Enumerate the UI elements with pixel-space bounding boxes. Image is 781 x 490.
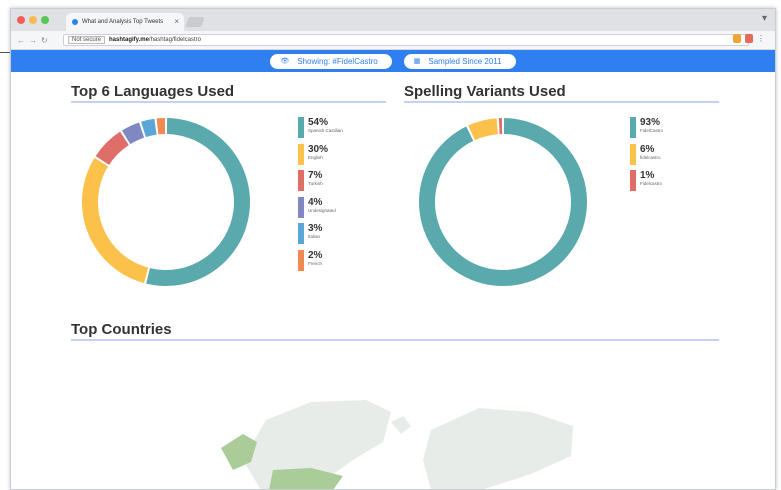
address-bar[interactable]: Not secure hashtagify.me /hashtag/fidelc…	[63, 34, 749, 46]
minimize-window-button[interactable]	[29, 16, 37, 24]
new-tab-button[interactable]	[185, 17, 205, 27]
title-bar: What and Analysis Top Tweets × ▾	[11, 9, 775, 31]
close-window-button[interactable]	[17, 16, 25, 24]
browser-toolbar: ← → ↻ Not secure hashtagify.me /hashtag/…	[11, 31, 775, 50]
tab-favicon-icon	[72, 19, 78, 25]
countries-map	[221, 400, 573, 489]
url-domain: hashtagify.me	[109, 37, 149, 43]
greenland-landmass	[391, 416, 411, 434]
page-content: 👁 Showing: #FidelCastro ▦ Sampled Since …	[11, 50, 775, 489]
url-path: /hashtag/fidelcastro	[148, 37, 201, 43]
browser-window: What and Analysis Top Tweets × ▾ ← → ↻ N…	[10, 8, 776, 490]
browser-tab[interactable]: What and Analysis Top Tweets ×	[66, 13, 184, 31]
back-icon[interactable]: ←	[17, 36, 25, 45]
eurasia-landmass	[423, 408, 573, 489]
security-indicator[interactable]: Not secure	[68, 36, 106, 44]
menu-icon[interactable]: ⋮	[757, 34, 765, 43]
maximize-window-button[interactable]	[41, 16, 49, 24]
window-controls	[17, 16, 49, 24]
extension-icon-2[interactable]	[745, 34, 753, 43]
forward-icon[interactable]: →	[29, 36, 37, 45]
reload-icon[interactable]: ↻	[41, 36, 48, 45]
tab-title: What and Analysis Top Tweets	[82, 19, 164, 25]
extension-icon[interactable]	[733, 34, 741, 43]
tab-close-icon[interactable]: ×	[174, 17, 179, 26]
window-menu-icon[interactable]: ▾	[762, 13, 767, 24]
